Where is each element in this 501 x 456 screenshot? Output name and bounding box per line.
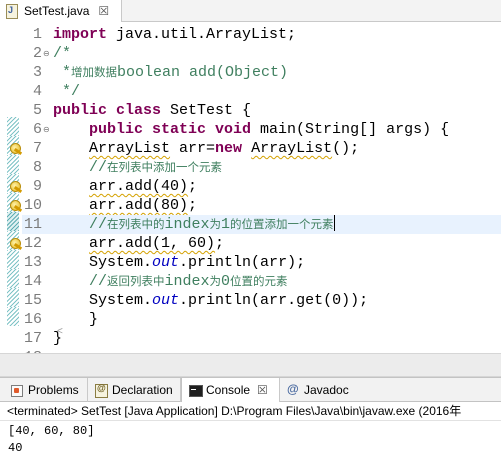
code-line[interactable]: 4 */ (22, 82, 501, 101)
warning-lightbulb-icon[interactable] (10, 181, 21, 192)
code-text: arr.add(1, 60); (89, 235, 225, 252)
code-text: System.out.println(arr); (53, 254, 306, 271)
ruler-marker (7, 250, 19, 269)
code-line[interactable]: 8 //在列表中添加一个元素 (22, 158, 501, 177)
console-icon (188, 383, 203, 397)
code-line[interactable]: 16 } (22, 310, 501, 329)
panel-sash[interactable] (0, 353, 501, 377)
line-number: 15 (23, 292, 42, 309)
code-text: //在列表中添加一个元素 (53, 159, 223, 176)
line-number: 3 (32, 64, 42, 81)
line-number: 4 (32, 83, 42, 100)
tab-problems[interactable]: Problems (4, 378, 88, 402)
code-text: public static void main(String[] args) { (89, 121, 450, 138)
fold-toggle-icon[interactable]: ⊖ (43, 126, 50, 134)
code-line[interactable]: 9 arr.add(40); (10, 177, 501, 196)
code-line[interactable]: 15 System.out.println(arr.get(0)); (22, 291, 501, 310)
editor-tab-settest[interactable]: SetTest.java ☒ (0, 0, 122, 22)
panel-tab-bar: Problems Declaration Console ☒ Javadoc (0, 377, 501, 402)
close-icon[interactable]: ☒ (257, 383, 268, 397)
code-line[interactable]: 13 System.out.println(arr); (22, 253, 501, 272)
text-caret (333, 215, 335, 231)
ruler-marker (7, 117, 19, 136)
console-status-header: <terminated> SetTest [Java Application] … (0, 402, 501, 421)
code-line-current[interactable]: 11 //在列表中的index为1的位置添加一个元素 (22, 215, 501, 234)
line-number: 7 (32, 140, 42, 157)
declaration-icon (94, 383, 108, 398)
tab-problems-label: Problems (28, 383, 79, 397)
warning-lightbulb-icon[interactable] (10, 238, 21, 249)
code-text: /* (53, 45, 72, 62)
warning-lightbulb-icon[interactable] (10, 143, 21, 154)
line-number: 10 (23, 197, 42, 214)
line-number: 13 (23, 254, 42, 271)
ruler-marker (7, 288, 19, 307)
fold-toggle-icon[interactable]: ⊖ (43, 50, 50, 58)
ruler-marker (7, 155, 19, 174)
line-number: 1 (32, 26, 42, 43)
tab-javadoc-label: Javadoc (304, 383, 349, 397)
java-file-icon (5, 4, 19, 19)
problems-icon (10, 383, 24, 397)
line-number: 12 (23, 235, 42, 252)
tab-console-label: Console (206, 383, 251, 397)
console-output-line: [40, 60, 80] (8, 424, 95, 438)
line-number: 14 (23, 273, 42, 290)
code-text: */ (53, 83, 81, 100)
code-text: public class SetTest { (53, 102, 252, 119)
ruler-marker (7, 212, 19, 231)
tab-javadoc[interactable]: Javadoc (280, 378, 362, 402)
scroll-left-icon[interactable]: < (57, 326, 63, 337)
line-number: 8 (32, 159, 42, 176)
code-line[interactable]: 12 arr.add(1, 60); (10, 234, 501, 253)
code-line[interactable]: 5 public class SetTest { (22, 101, 501, 120)
ruler-marker (7, 307, 19, 326)
code-line[interactable]: 10 arr.add(80); (10, 196, 501, 215)
line-number: 17 (23, 330, 42, 347)
javadoc-icon (286, 382, 300, 397)
code-text: //在列表中的index为1的位置添加一个元素 (53, 215, 335, 233)
close-icon[interactable]: ☒ (98, 4, 109, 18)
code-line[interactable]: 1 import java.util.ArrayList; (22, 25, 501, 44)
console-output[interactable]: [40, 60, 80] 40 (0, 421, 501, 456)
code-text: arr.add(80); (89, 197, 198, 214)
code-text: ArrayList arr=new ArrayList(); (89, 140, 360, 157)
tab-console[interactable]: Console ☒ (181, 378, 280, 402)
code-text: arr.add(40); (89, 178, 198, 195)
code-text: import java.util.ArrayList; (53, 26, 297, 43)
line-number: 16 (23, 311, 42, 328)
code-line[interactable]: 14 //返回列表中index为0位置的元素 (22, 272, 501, 291)
editor-tab-bar: SetTest.java ☒ (0, 0, 501, 22)
editor-tab-label: SetTest.java (24, 4, 90, 18)
code-line[interactable]: 3 *增加数据boolean add(Object) (22, 63, 501, 82)
code-line[interactable]: 2 ⊖ /* (22, 44, 501, 63)
code-line[interactable]: 6 ⊖ public static void main(String[] arg… (22, 120, 501, 139)
code-text: *增加数据boolean add(Object) (53, 64, 289, 81)
code-text: System.out.println(arr.get(0)); (53, 292, 369, 309)
line-number: 9 (32, 178, 42, 195)
ruler-marker (7, 269, 19, 288)
code-editor[interactable]: 1 import java.util.ArrayList; 2 ⊖ /* 3 *… (0, 22, 501, 353)
line-number: 6 (32, 121, 42, 138)
line-number: 5 (32, 102, 42, 119)
tab-declaration[interactable]: Declaration (88, 378, 181, 402)
tab-declaration-label: Declaration (112, 383, 173, 397)
code-line[interactable]: 17 } (22, 329, 501, 348)
line-number: 2 (32, 45, 42, 62)
code-line[interactable]: 7 ArrayList arr=new ArrayList(); (10, 139, 501, 158)
line-number: 11 (23, 216, 42, 233)
code-text: //返回列表中index为0位置的元素 (53, 273, 288, 290)
warning-lightbulb-icon[interactable] (10, 200, 21, 211)
console-output-line: 40 (8, 441, 23, 455)
